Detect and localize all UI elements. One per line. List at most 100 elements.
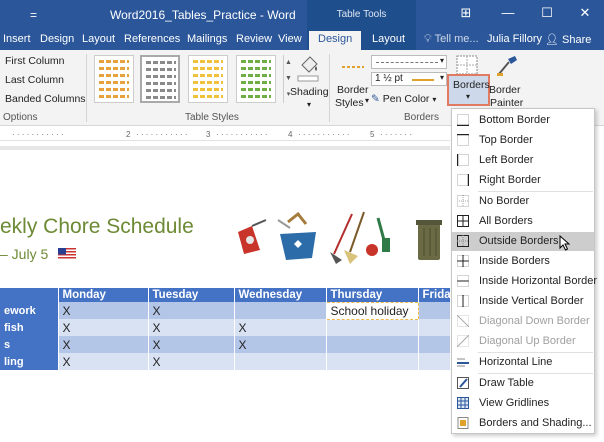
borders-label: Borders <box>453 79 490 91</box>
table-cell-holiday[interactable]: School holiday <box>325 301 419 320</box>
menu-item-label: Left Border <box>479 154 534 166</box>
menu-item-no-border[interactable]: No Border <box>452 192 594 211</box>
table-cell[interactable]: X <box>234 319 327 336</box>
table-cell[interactable] <box>418 319 451 336</box>
header-cell[interactable] <box>0 288 59 302</box>
row-label[interactable]: s <box>0 336 59 353</box>
tab-review[interactable]: Review <box>236 33 272 45</box>
border-styles-icon[interactable] <box>342 60 364 74</box>
tab-view[interactable]: View <box>278 33 302 45</box>
table-cell[interactable]: X <box>58 319 149 336</box>
header-cell[interactable]: Tuesday <box>148 288 235 302</box>
menu-item-inside-borders[interactable]: Inside Borders <box>452 252 594 271</box>
menu-item-all-borders[interactable]: All Borders <box>452 212 594 231</box>
tab-table-layout[interactable]: Layout <box>372 33 405 45</box>
table-cell[interactable] <box>234 353 327 370</box>
menu-item-horizontal-line[interactable]: Horizontal Line <box>452 353 594 372</box>
maximize-icon[interactable]: ☐ <box>536 5 558 23</box>
table-cell[interactable] <box>418 336 451 353</box>
menu-item-borders-and-shading[interactable]: Borders and Shading... <box>452 414 594 433</box>
table-tools-context: Table Tools <box>307 0 416 30</box>
table-cell[interactable]: X <box>58 302 149 319</box>
menu-item-outside-borders[interactable]: Outside Borders <box>452 232 594 251</box>
option-last-column[interactable]: Last Column <box>5 74 64 86</box>
horizontal-ruler[interactable]: · · · · · · · · · · · 2 · · · · · · · · … <box>0 127 450 141</box>
tab-mailings[interactable]: Mailings <box>187 33 227 45</box>
quick-access-toolbar[interactable]: = <box>30 8 37 22</box>
row-label[interactable]: fish <box>0 319 59 336</box>
tab-design[interactable]: Design <box>40 33 74 45</box>
header-cell[interactable]: Monday <box>58 288 149 302</box>
ruler-dots: · · · · · · · <box>380 130 412 139</box>
table-cell[interactable] <box>326 336 419 353</box>
border-styles-button-line2[interactable]: Styles <box>335 97 364 109</box>
line-weight-dropdown[interactable]: 1 ½ pt ▾ <box>371 72 447 86</box>
header-cell[interactable]: Frida <box>418 288 451 302</box>
table-cell[interactable]: X <box>148 353 235 370</box>
borders-button[interactable]: Borders ▾ <box>447 74 490 106</box>
close-icon[interactable]: ✕ <box>574 5 596 23</box>
line-style-dropdown[interactable]: ▾ <box>371 55 447 69</box>
border-styles-button[interactable]: Border <box>337 84 369 96</box>
cleaning-supplies-clipart[interactable] <box>232 210 448 265</box>
document-date[interactable]: – July 5 <box>0 246 48 262</box>
table-style-gray[interactable] <box>140 55 180 103</box>
menu-item-bottom-border[interactable]: Bottom Border <box>452 111 594 130</box>
table-style-orange[interactable] <box>94 55 134 103</box>
menu-item-draw-table[interactable]: Draw Table <box>452 374 594 393</box>
table-cell[interactable]: X <box>148 302 235 319</box>
table-cell[interactable]: X <box>58 353 149 370</box>
table-cell[interactable] <box>418 302 451 319</box>
header-cell[interactable]: Wednesday <box>234 288 327 302</box>
shading-icon[interactable] <box>296 53 320 83</box>
menu-item-top-border[interactable]: Top Border <box>452 131 594 150</box>
border-painter-button[interactable]: Border <box>489 84 521 96</box>
menu-item-right-border[interactable]: Right Border <box>452 171 594 190</box>
ribbon-display-options-icon[interactable]: ⊞ <box>455 5 477 23</box>
mouse-cursor-icon <box>559 234 571 251</box>
menu-item-left-border[interactable]: Left Border <box>452 151 594 170</box>
menu-item-label: Inside Borders <box>479 255 550 267</box>
user-name[interactable]: Julia Fillory <box>487 33 542 45</box>
borders-icon[interactable] <box>455 54 479 76</box>
document-heading[interactable]: ekly Chore Schedule <box>0 215 194 239</box>
tab-insert[interactable]: Insert <box>3 33 31 45</box>
tab-layout[interactable]: Layout <box>82 33 115 45</box>
outside-borders-icon <box>457 235 469 247</box>
pen-color-button[interactable]: ✎ Pen Color ▾ <box>371 93 436 105</box>
chore-table[interactable]: Monday Tuesday Wednesday Thursday Frida … <box>0 288 451 370</box>
table-cell[interactable]: X <box>234 336 327 353</box>
table-cell[interactable] <box>326 353 419 370</box>
shading-button[interactable]: Shading <box>290 86 329 98</box>
table-cell[interactable]: X <box>58 336 149 353</box>
menu-item-diagonal-up-border[interactable]: Diagonal Up Border <box>452 332 594 351</box>
menu-item-inside-horizontal-border[interactable]: Inside Horizontal Border <box>452 272 597 291</box>
menu-item-view-gridlines[interactable]: View Gridlines <box>452 394 594 413</box>
share-button[interactable]: 👤︎ Share <box>545 33 591 46</box>
gallery-down-icon[interactable]: ▼ <box>284 71 293 87</box>
table-style-gold[interactable] <box>188 55 228 103</box>
menu-item-diagonal-down-border[interactable]: Diagonal Down Border <box>452 312 594 331</box>
line-weight-value: 1 ½ pt <box>375 73 403 84</box>
table-cell[interactable]: X <box>148 319 235 336</box>
tell-me-search[interactable]: 💡︎ Tell me... <box>424 33 479 46</box>
minimize-icon[interactable]: — <box>497 5 519 23</box>
row-label[interactable]: ework <box>0 302 59 319</box>
tab-references[interactable]: References <box>124 33 180 45</box>
menu-item-label: Draw Table <box>479 377 534 389</box>
header-cell[interactable]: Thursday <box>326 288 419 302</box>
table-cell[interactable] <box>234 302 327 319</box>
menu-item-inside-vertical-border[interactable]: Inside Vertical Border <box>452 292 594 311</box>
row-label[interactable]: ling <box>0 353 59 370</box>
table-cell[interactable]: X <box>148 336 235 353</box>
shading-dropdown-icon[interactable]: ▾ <box>307 100 311 109</box>
tab-table-design[interactable]: Design <box>309 31 362 50</box>
table-cell[interactable] <box>418 353 451 370</box>
table-style-green[interactable] <box>236 55 276 103</box>
gallery-up-icon[interactable]: ▲ <box>284 55 293 71</box>
border-painter-icon[interactable] <box>495 54 519 78</box>
table-cell[interactable] <box>326 319 419 336</box>
border-styles-dropdown-icon[interactable]: ▾ <box>365 96 369 105</box>
option-first-column[interactable]: First Column <box>5 55 65 67</box>
option-banded-columns[interactable]: Banded Columns <box>5 93 86 105</box>
